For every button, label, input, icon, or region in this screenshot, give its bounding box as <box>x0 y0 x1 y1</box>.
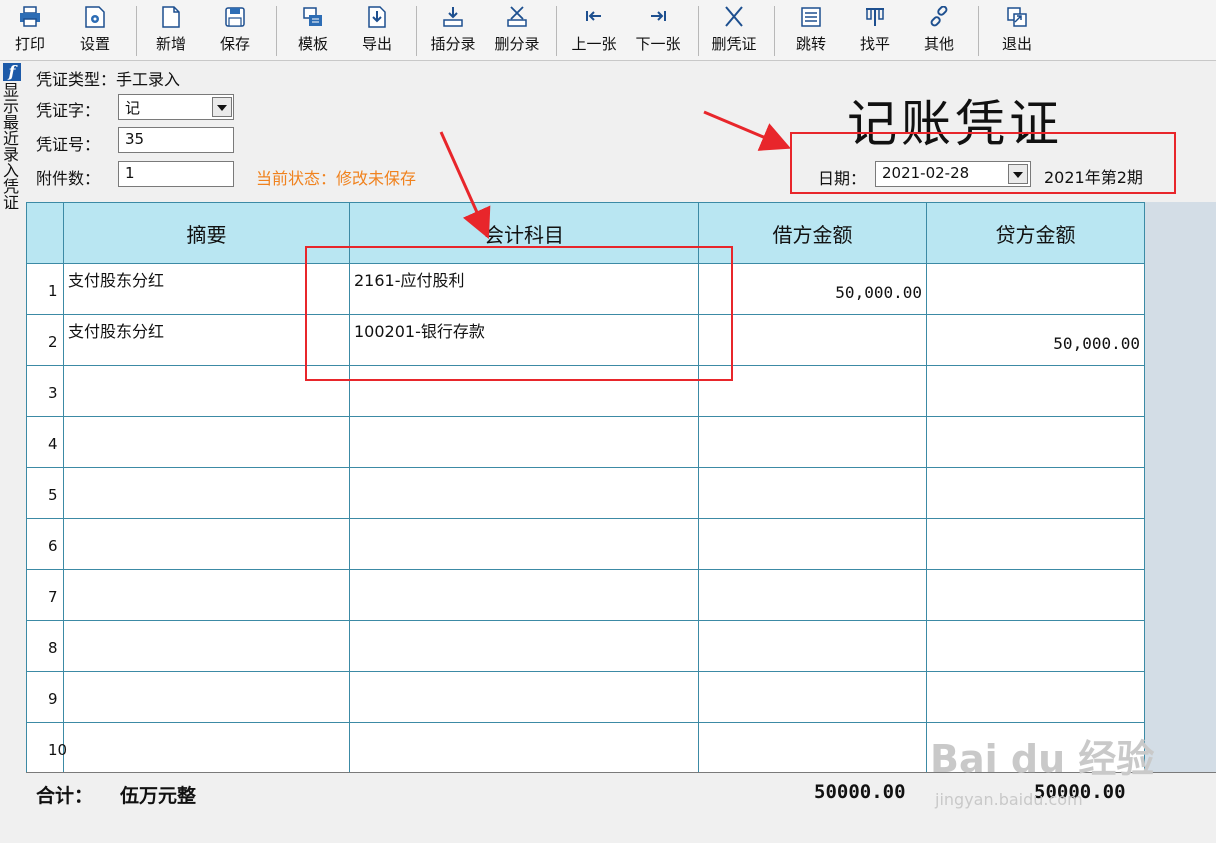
annotation-arrows <box>439 110 792 239</box>
arrow-to-date <box>703 110 792 151</box>
arrow-to-accounts <box>439 131 491 239</box>
watermark-logo: Bai du 经验 <box>930 737 1155 781</box>
watermark-url: jingyan.baidu.com <box>935 790 1083 809</box>
